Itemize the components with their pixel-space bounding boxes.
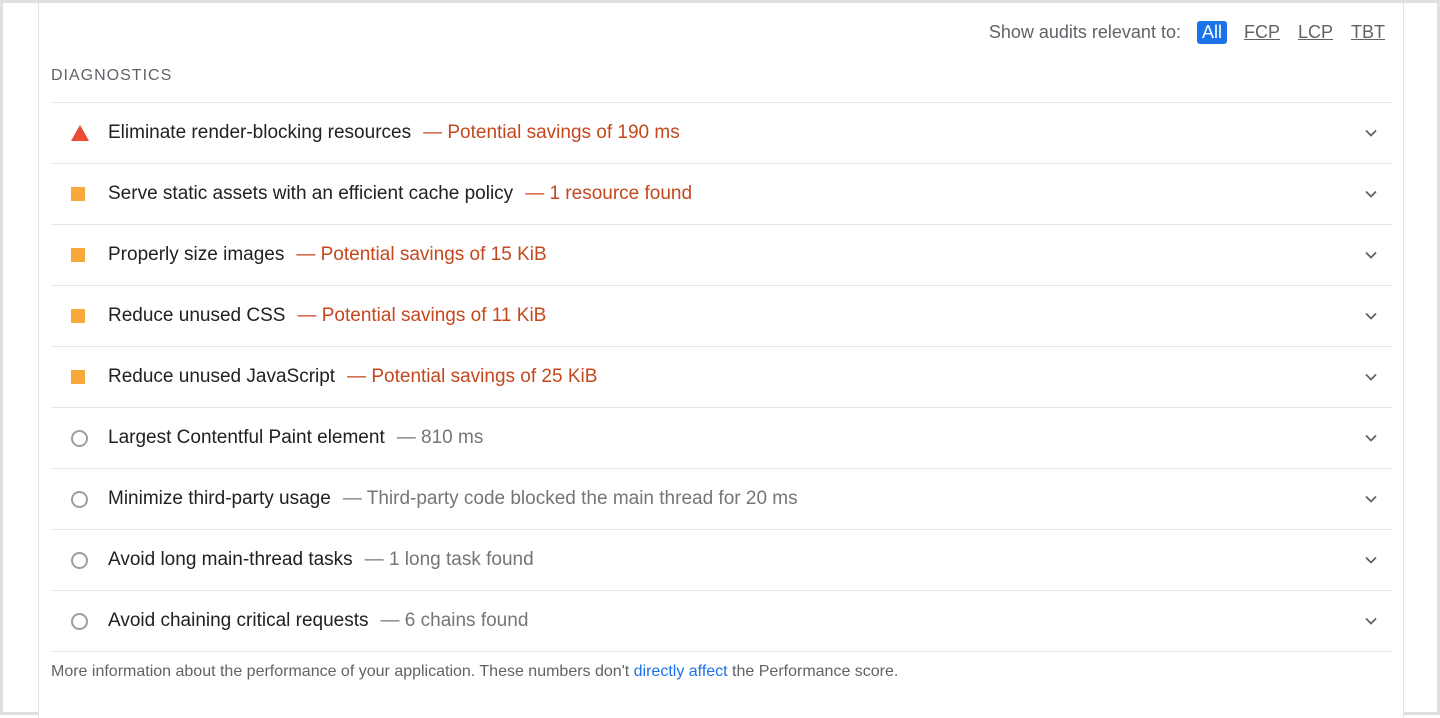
chevron-down-icon[interactable]: [1364, 553, 1378, 567]
filter-chip-fcp[interactable]: FCP: [1243, 21, 1281, 44]
footer-text-after: the Performance score.: [727, 663, 899, 680]
audit-title: Serve static assets with an efficient ca…: [108, 183, 514, 204]
audit-row[interactable]: Reduce unused CSS — Potential savings of…: [51, 286, 1392, 347]
audit-detail: — Third-party code blocked the main thre…: [342, 488, 798, 509]
audit-row[interactable]: Largest Contentful Paint element — 810 m…: [51, 408, 1392, 469]
warn-square-icon: [71, 248, 85, 262]
chevron-down-icon[interactable]: [1364, 370, 1378, 384]
info-circle-icon: [71, 612, 88, 630]
audit-title: Reduce unused CSS: [108, 305, 286, 326]
chevron-down-icon[interactable]: [1364, 492, 1378, 506]
audit-list: Eliminate render-blocking resources — Po…: [51, 102, 1392, 652]
audit-row[interactable]: Properly size images — Potential savings…: [51, 225, 1392, 286]
audit-detail: — 1 long task found: [364, 549, 534, 570]
audit-title: Reduce unused JavaScript: [108, 366, 336, 387]
page-frame: Show audits relevant to: All FCP LCP TBT…: [0, 0, 1440, 718]
audit-row[interactable]: Serve static assets with an efficient ca…: [51, 164, 1392, 225]
filter-chip-tbt[interactable]: TBT: [1350, 21, 1386, 44]
audit-detail: — 6 chains found: [380, 610, 529, 631]
audit-row[interactable]: Minimize third-party usage — Third-party…: [51, 469, 1392, 530]
chevron-down-icon[interactable]: [1364, 126, 1378, 140]
audit-title: Eliminate render-blocking resources: [108, 122, 412, 143]
info-circle-icon: [71, 429, 88, 447]
audit-title: Avoid long main-thread tasks: [108, 549, 353, 570]
audit-row[interactable]: Eliminate render-blocking resources — Po…: [51, 103, 1392, 164]
warn-square-icon: [71, 370, 85, 384]
filter-label: Show audits relevant to:: [988, 22, 1181, 42]
info-circle-icon: [71, 551, 88, 569]
directly-affect-link[interactable]: directly affect: [634, 663, 728, 680]
warn-square-icon: [71, 309, 85, 323]
footer-text-before: More information about the performance o…: [51, 663, 634, 680]
chevron-down-icon[interactable]: [1364, 614, 1378, 628]
chevron-down-icon[interactable]: [1364, 248, 1378, 262]
audit-title: Minimize third-party usage: [108, 488, 331, 509]
audit-title: Properly size images: [108, 244, 285, 265]
info-circle-icon: [71, 490, 88, 508]
warn-square-icon: [71, 187, 85, 201]
audit-detail: — Potential savings of 15 KiB: [296, 244, 547, 265]
filter-chip-lcp[interactable]: LCP: [1297, 21, 1334, 44]
audit-filter-bar: Show audits relevant to: All FCP LCP TBT: [989, 21, 1386, 44]
chevron-down-icon[interactable]: [1364, 431, 1378, 445]
audit-row[interactable]: Avoid chaining critical requests — 6 cha…: [51, 591, 1392, 652]
audit-row[interactable]: Avoid long main-thread tasks — 1 long ta…: [51, 530, 1392, 591]
audit-detail: — 810 ms: [396, 427, 484, 448]
audit-detail: — Potential savings of 25 KiB: [347, 366, 598, 387]
filter-chip-all[interactable]: All: [1196, 21, 1227, 44]
fail-triangle-icon: [71, 125, 89, 141]
audit-detail: — Potential savings of 11 KiB: [297, 305, 547, 326]
diagnostics-panel: Show audits relevant to: All FCP LCP TBT…: [38, 3, 1404, 718]
audit-title: Avoid chaining critical requests: [108, 610, 369, 631]
chevron-down-icon[interactable]: [1364, 187, 1378, 201]
section-title: DIAGNOSTICS: [51, 67, 173, 84]
chevron-down-icon[interactable]: [1364, 309, 1378, 323]
audit-detail: — 1 resource found: [525, 183, 693, 204]
footer-note: More information about the performance o…: [51, 663, 898, 681]
audit-row[interactable]: Reduce unused JavaScript — Potential sav…: [51, 347, 1392, 408]
audit-title: Largest Contentful Paint element: [108, 427, 385, 448]
audit-detail: — Potential savings of 190 ms: [423, 122, 680, 143]
